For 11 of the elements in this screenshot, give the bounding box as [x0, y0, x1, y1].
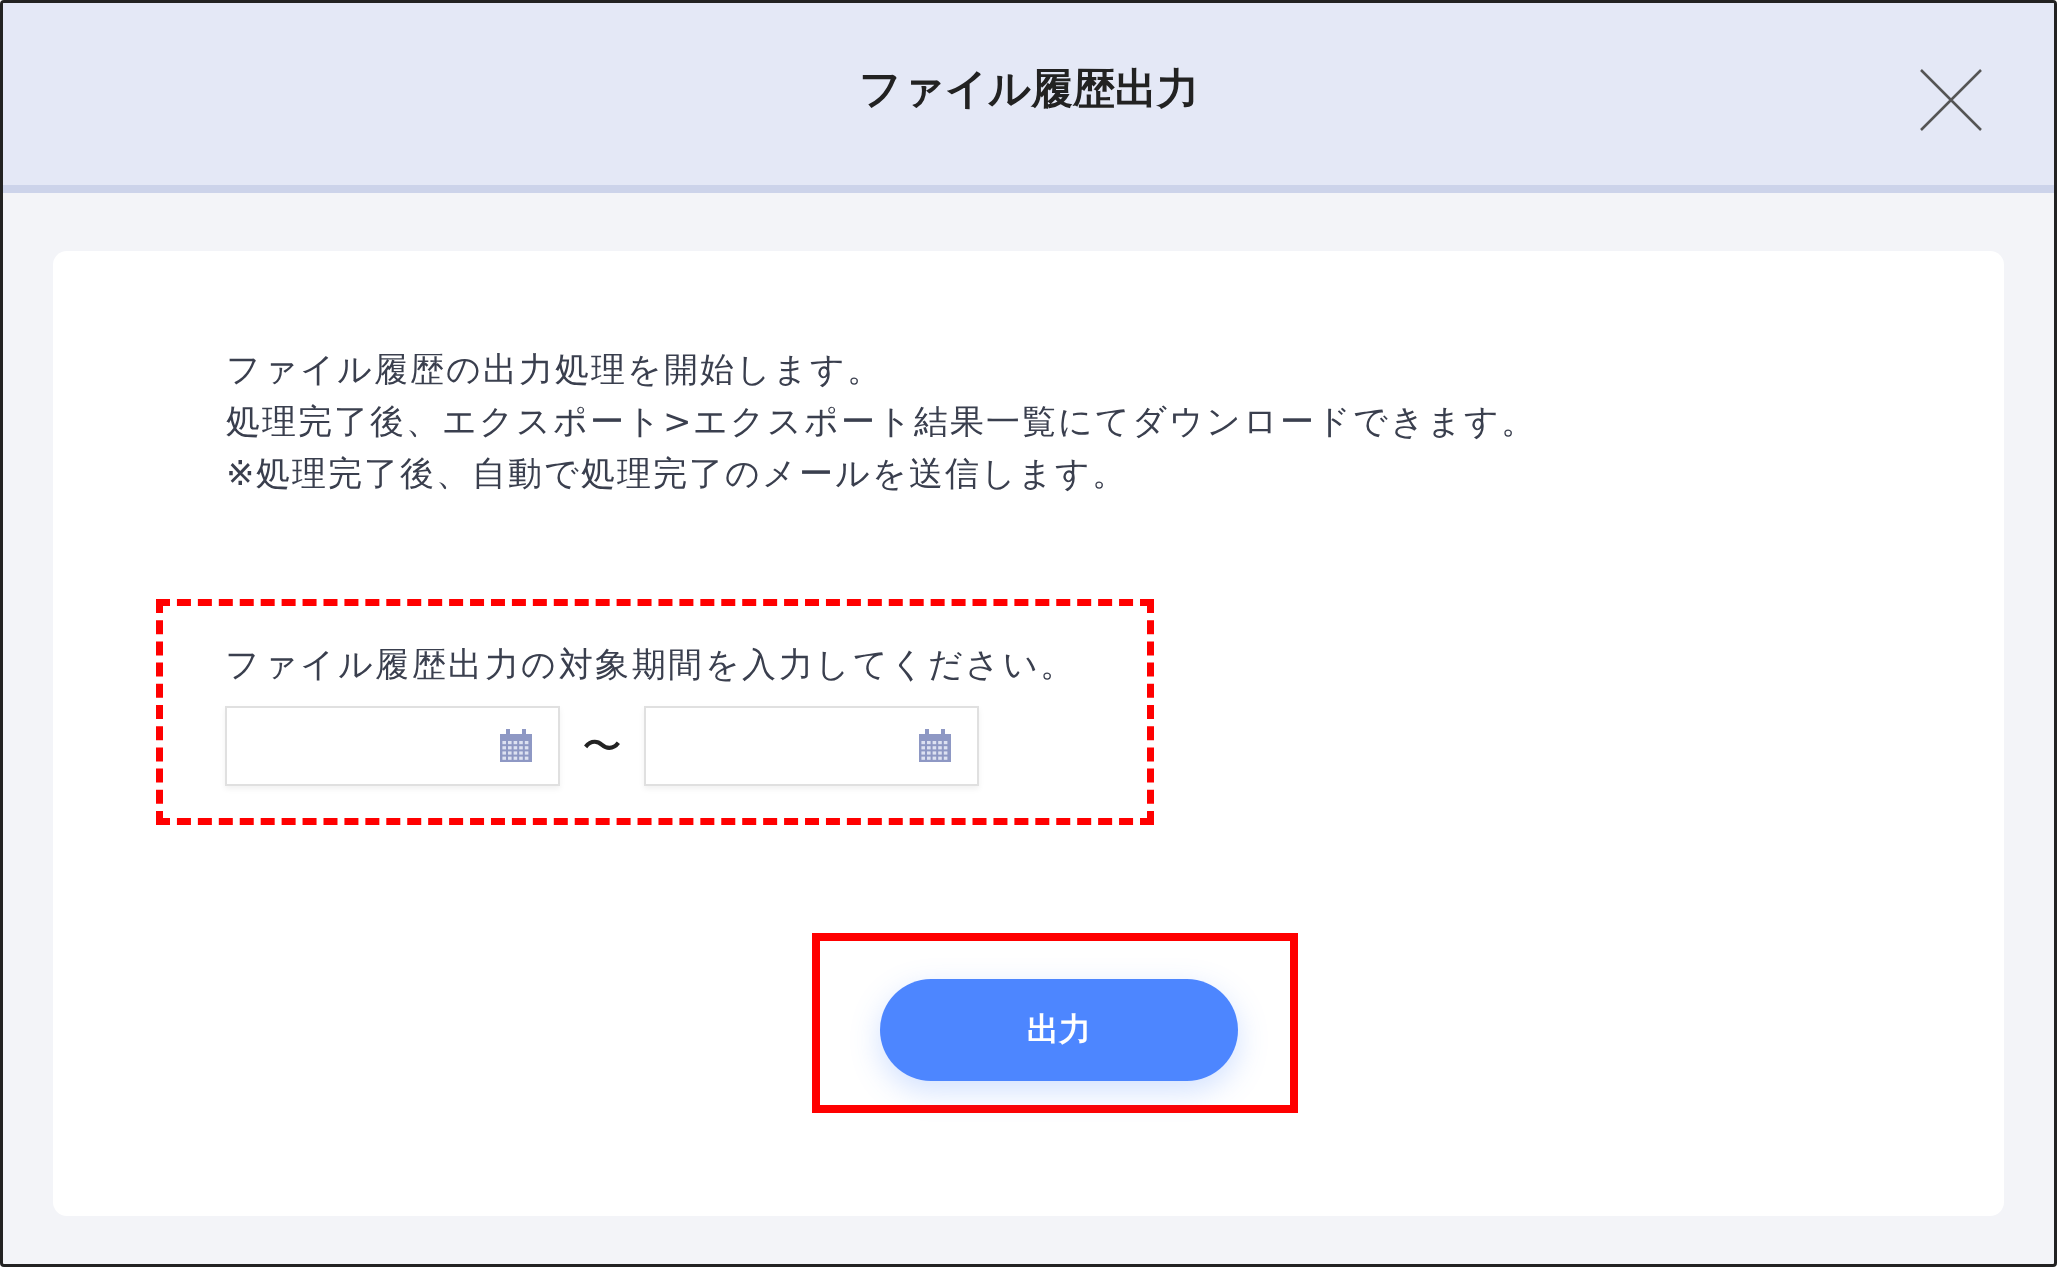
period-label: ファイル履歴出力の対象期間を入力してください。 [225, 643, 1077, 686]
message-line: ファイル履歴の出力処理を開始します。 [226, 348, 884, 391]
message-line: 処理完了後、エクスポート>エクスポート結果一覧にてダウンロードできます。 [226, 400, 1539, 443]
close-icon [1918, 67, 1984, 133]
output-button[interactable]: 出力 [880, 979, 1238, 1081]
dialog-title: ファイル履歴出力 [858, 63, 1199, 115]
date-field[interactable] [644, 706, 979, 786]
range-separator: 〜 [582, 721, 622, 771]
date-field[interactable] [225, 706, 560, 786]
close-button[interactable] [1918, 67, 1984, 133]
message-line: ※処理完了後、自動で処理完了のメールを送信します。 [226, 452, 1130, 495]
